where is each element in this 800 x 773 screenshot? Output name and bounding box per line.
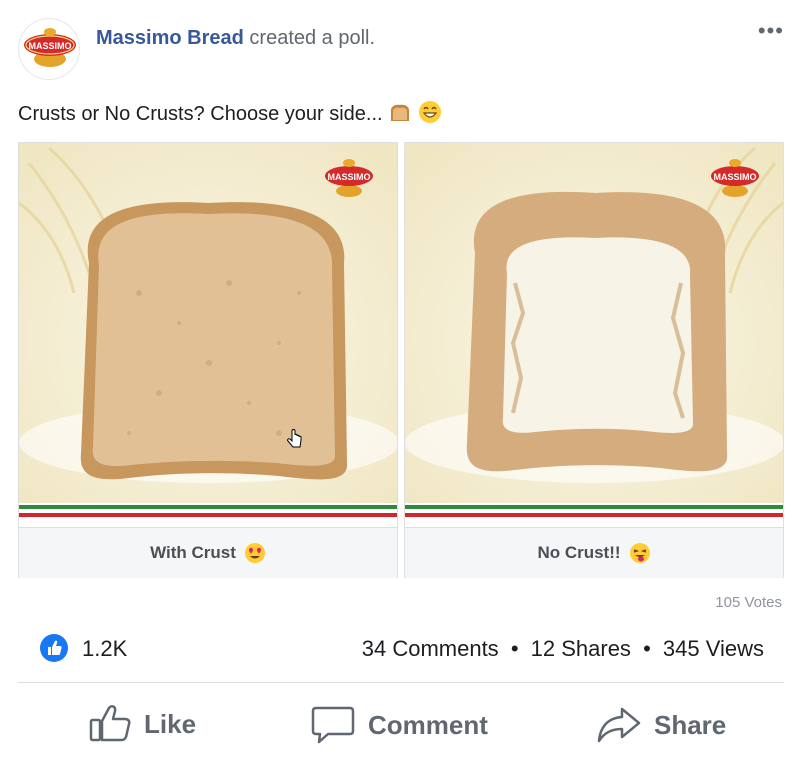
like-button[interactable]: Like bbox=[88, 704, 196, 744]
post-text: Crusts or No Crusts? Choose your side... bbox=[18, 100, 442, 131]
red-stripe bbox=[405, 513, 783, 517]
engagement-stats: 34 Comments • 12 Shares • 345 Views bbox=[362, 636, 764, 662]
share-arrow-icon bbox=[597, 707, 641, 743]
comments-count[interactable]: 34 Comments bbox=[362, 636, 499, 661]
poll-option-with-crust[interactable]: MASSIMO With Crust bbox=[18, 142, 398, 578]
option-2-logo-text: MASSIMO bbox=[713, 172, 756, 182]
views-count: 345 Views bbox=[662, 636, 764, 661]
comment-button[interactable]: Comment bbox=[310, 704, 488, 746]
share-label: Share bbox=[654, 709, 727, 740]
author-action: created a poll. bbox=[249, 27, 376, 49]
author-name[interactable]: Massimo Bread bbox=[96, 27, 244, 49]
divider bbox=[18, 682, 784, 683]
heart-eyes-emoji-icon bbox=[244, 543, 265, 563]
option-no-crust-label: No Crust!! bbox=[537, 543, 621, 562]
poll-option-label: No Crust!! bbox=[405, 527, 783, 578]
poll: MASSIMO With Crust MASSIMO No Crust!! bbox=[18, 142, 784, 580]
like-reaction-icon[interactable] bbox=[40, 634, 68, 662]
comment-label: Comment bbox=[368, 709, 488, 740]
red-stripe bbox=[19, 513, 397, 517]
more-options-icon[interactable]: ••• bbox=[758, 18, 784, 44]
separator: • bbox=[510, 636, 519, 661]
page-avatar[interactable]: MASSIMO bbox=[18, 18, 80, 80]
thumbs-up-icon bbox=[89, 705, 131, 742]
author-line: Massimo Bread created a poll. bbox=[96, 26, 375, 50]
with-crust-image: MASSIMO bbox=[19, 143, 397, 503]
poll-post: MASSIMO Massimo Bread created a poll. ••… bbox=[0, 0, 800, 773]
shares-count[interactable]: 12 Shares bbox=[531, 636, 631, 661]
like-count[interactable]: 1.2K bbox=[82, 636, 127, 662]
like-label: Like bbox=[144, 708, 197, 739]
post-text-body: Crusts or No Crusts? Choose your side... bbox=[18, 103, 383, 125]
bread-emoji-icon bbox=[388, 102, 412, 131]
massimo-logo-icon: MASSIMO bbox=[24, 28, 76, 67]
share-button[interactable]: Share bbox=[596, 704, 726, 746]
svg-text:MASSIMO: MASSIMO bbox=[28, 41, 71, 51]
grinning-face-emoji-icon bbox=[418, 100, 442, 131]
option-1-logo-text: MASSIMO bbox=[327, 172, 370, 182]
separator: • bbox=[643, 636, 651, 661]
comment-bubble-icon bbox=[311, 706, 355, 744]
poll-option-no-crust[interactable]: MASSIMO No Crust!! bbox=[404, 142, 784, 578]
poll-option-label: With Crust bbox=[19, 527, 397, 578]
no-crust-image: MASSIMO bbox=[405, 143, 783, 503]
winking-tongue-emoji-icon bbox=[629, 543, 650, 563]
vote-count[interactable]: 105 Votes bbox=[715, 594, 782, 611]
option-with-crust-label: With Crust bbox=[150, 543, 236, 562]
